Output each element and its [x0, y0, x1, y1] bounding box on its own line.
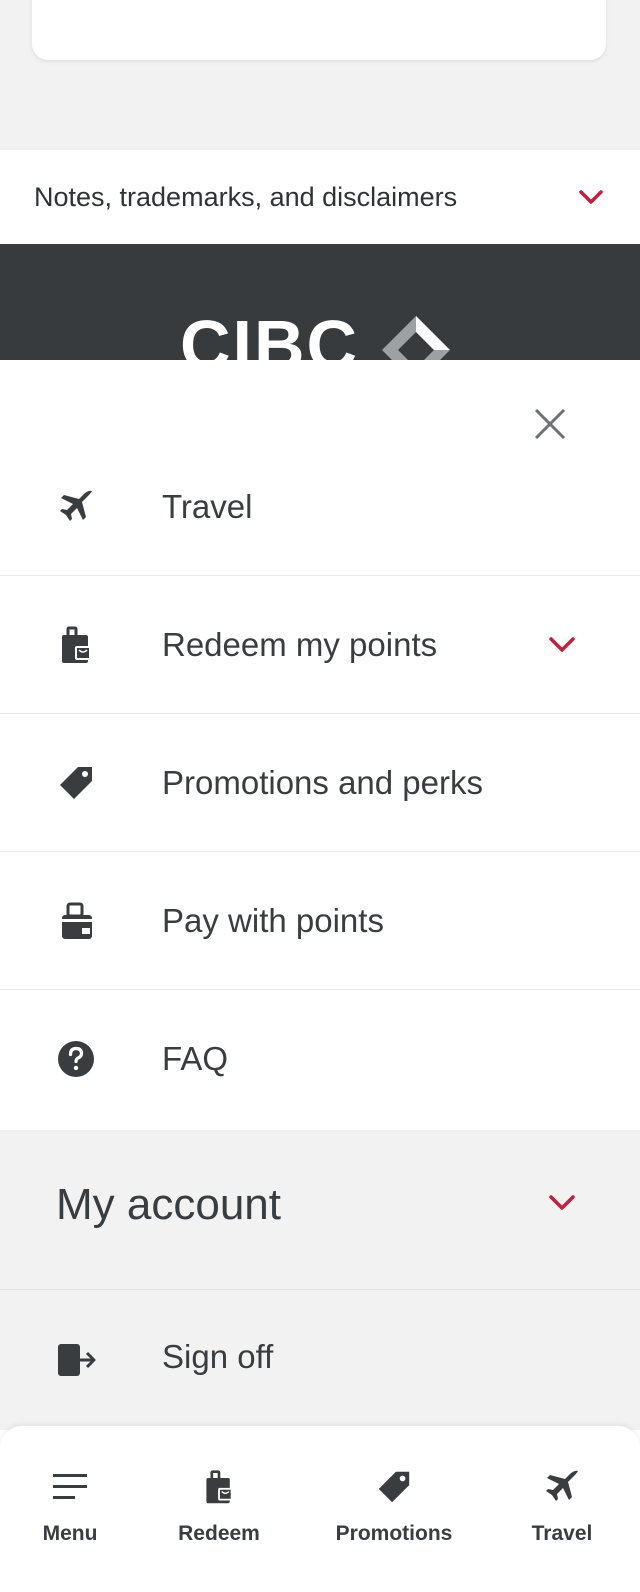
nav-menu-label: Menu: [42, 1522, 98, 1545]
menu-item-label: Travel: [162, 487, 253, 525]
bottom-navigation: Menu Redeem Promotions Travel: [0, 1426, 640, 1592]
chevron-down-icon[interactable]: [548, 1194, 576, 1212]
tag-icon: [56, 763, 96, 803]
nav-menu[interactable]: Menu: [0, 1466, 140, 1546]
sign-out-icon: [56, 1340, 98, 1385]
airplane-icon: [542, 1466, 582, 1508]
footer: CIBC: [0, 244, 640, 360]
nav-redeem[interactable]: Redeem: [149, 1466, 289, 1546]
menu-item-label: Pay with points: [162, 901, 384, 939]
menu-item-faq[interactable]: FAQ: [0, 990, 640, 1128]
wallet-bag-icon: [56, 901, 96, 941]
menu-item-redeem-my-points[interactable]: Redeem my points: [0, 576, 640, 714]
menu-item-promotions-and-perks[interactable]: Promotions and perks: [0, 714, 640, 852]
hamburger-icon: [51, 1466, 89, 1508]
nav-promotions[interactable]: Promotions: [324, 1466, 464, 1546]
menu-item-travel[interactable]: Travel: [0, 438, 640, 576]
sign-off-label: Sign off: [162, 1338, 274, 1375]
shopping-bag-icon: [201, 1466, 237, 1508]
nav-redeem-label: Redeem: [178, 1522, 260, 1545]
nav-promotions-label: Promotions: [335, 1522, 453, 1545]
question-circle-icon: [56, 1039, 96, 1079]
airplane-icon: [56, 487, 96, 527]
tag-icon: [375, 1466, 413, 1508]
shopping-bag-icon: [56, 625, 96, 665]
menu-item-label: FAQ: [162, 1040, 229, 1077]
my-account-section[interactable]: My account: [0, 1130, 640, 1290]
nav-travel[interactable]: Travel: [492, 1466, 632, 1546]
navigation-menu: Travel Redeem my points Promotions and p…: [0, 360, 640, 1592]
notes-disclaimers-toggle[interactable]: Notes, trademarks, and disclaimers: [0, 150, 640, 244]
menu-item-label: Redeem my points: [162, 625, 438, 663]
cibc-logo-text: CIBC: [180, 306, 360, 360]
chevron-down-icon: [579, 190, 603, 204]
chevron-down-icon[interactable]: [548, 636, 576, 654]
content-card: [32, 0, 606, 60]
notes-disclaimers-label: Notes, trademarks, and disclaimers: [34, 181, 458, 212]
sign-off-button[interactable]: Sign off: [0, 1290, 640, 1430]
close-icon: [534, 408, 566, 440]
menu-item-pay-with-points[interactable]: Pay with points: [0, 852, 640, 990]
menu-item-label: Promotions and perks: [162, 763, 483, 801]
cibc-logo-mark-icon: [382, 316, 450, 360]
my-account-title: My account: [56, 1180, 281, 1229]
nav-travel-label: Travel: [531, 1522, 593, 1545]
